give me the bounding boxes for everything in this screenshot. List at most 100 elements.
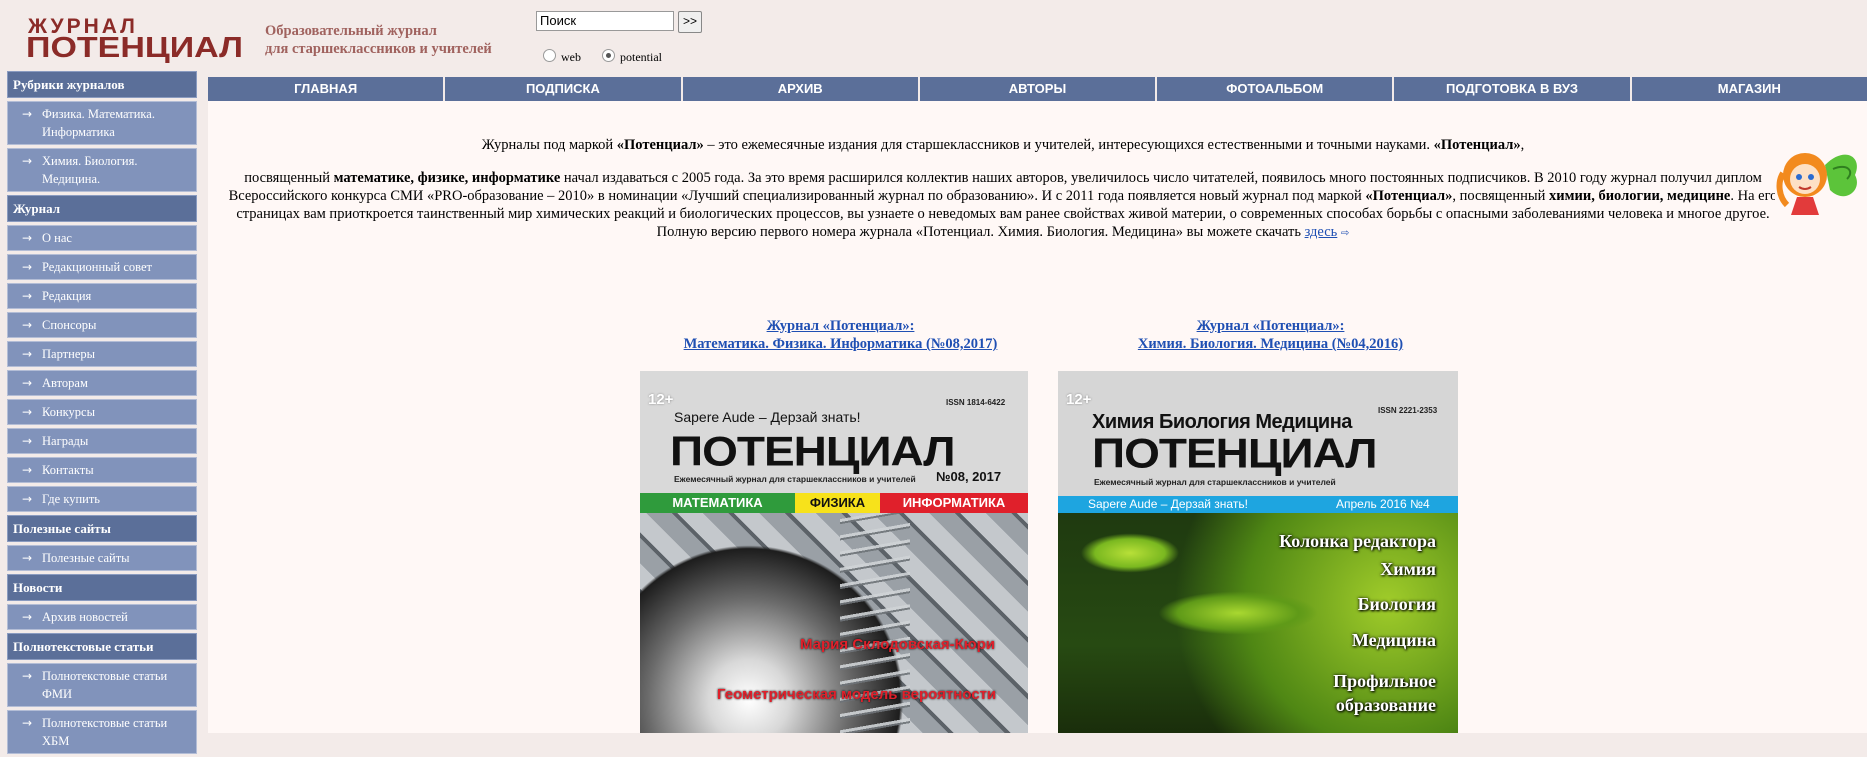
arrow-right-icon: → [22,463,33,477]
intro-text: посвященный [244,170,334,186]
sidebar-item-label: Конкурсы [42,405,95,419]
arrow-right-icon: → [22,716,33,730]
sidebar-item-hbm[interactable]: → Химия. Биология. Медицина. [7,148,197,192]
sidebar-item-contacts[interactable]: → Контакты [7,457,197,483]
arrow-right-icon: → [22,434,33,448]
sidebar-item-fulltext-hbm[interactable]: → Полнотекстовые статьи ХБМ [7,710,197,754]
main-nav: ГЛАВНАЯ ПОДПИСКА АРХИВ АВТОРЫ ФОТОАЛЬБОМ… [208,77,1867,101]
cover-issue: №08, 2017 [936,469,1002,484]
sidebar-item-label: Награды [42,434,89,448]
arrow-right-icon: → [22,154,33,168]
download-link[interactable]: здесь [1305,224,1338,240]
sidebar-item-fulltext-fmi[interactable]: → Полнотекстовые статьи ФМИ [7,663,197,707]
nav-photo-album[interactable]: ФОТОАЛЬБОМ [1157,77,1395,101]
cover-menu-editor: Колонка редактора [1279,531,1436,551]
logo-main-text: ПОТЕНЦИАЛ [26,31,243,64]
arrow-right-icon: → [22,289,33,303]
sidebar-item-useful-sites[interactable]: → Полезные сайты [7,545,197,571]
cover-issue: Апрель 2016 №4 [1336,497,1430,511]
sidebar-item-label: Полнотекстовые статьи ХБМ [42,716,168,748]
nav-subscription[interactable]: ПОДПИСКА [445,77,683,101]
sidebar-section-useful-sites: Полезные сайты [7,515,197,542]
magazine-title-fmi-line2[interactable]: Математика. Физика. Информатика (№08,201… [684,336,998,352]
magazine-cover-fmi[interactable]: 12+ ISSN 1814-6422 Sapere Aude – Дерзай … [640,371,1028,733]
sidebar-item-authors[interactable]: → Авторам [7,370,197,396]
intro-brand: «Потенциал» [1365,188,1453,204]
intro-subjects-hbm: химии, биологии, медицине [1549,188,1731,204]
nav-shop[interactable]: МАГАЗИН [1631,77,1867,101]
magazine-title-fmi-line1[interactable]: Журнал «Потенциал»: [767,318,915,334]
arrow-right-icon: → [22,610,33,624]
sidebar-item-label: Архив новостей [42,610,128,624]
cover-brand: ПОТЕНЦИАЛ [1092,429,1378,477]
search-submit-button[interactable]: >> [678,11,702,33]
sidebar-item-label: Авторам [42,376,88,390]
sidebar-item-about[interactable]: → О нас [7,225,197,251]
sidebar-item-label: Редакция [42,289,92,303]
cover-motto: Sapere Aude – Дерзай знать! [1088,497,1248,511]
cover-subtitle: Ежемесячный журнал для старшеклассников … [1094,477,1336,487]
sidebar-item-partners[interactable]: → Партнеры [7,341,197,367]
external-link-icon: ⇨ [1340,228,1350,239]
magazine-title-fmi[interactable]: Журнал «Потенциал»: Математика. Физика. … [638,317,1043,353]
radio-web[interactable] [543,49,556,62]
site-logo[interactable]: ЖУРНАЛ ПОТЕНЦИАЛ [26,16,248,64]
nav-authors[interactable]: АВТОРЫ [919,77,1158,101]
arrow-right-icon: → [22,376,33,390]
sidebar-item-editorial-board[interactable]: → Редакционный совет [7,254,197,280]
sidebar-item-where-to-buy[interactable]: → Где купить [7,486,197,512]
cover-menu-biology: Биология [1357,594,1436,614]
sidebar-section-journal: Журнал [7,195,197,222]
arrow-right-icon: → [22,347,33,361]
tagline-line-2: для старшеклассников и учителей [265,41,492,57]
sidebar-item-editorial[interactable]: → Редакция [7,283,197,309]
intro-text: , [1520,137,1525,153]
sidebar-item-label: О нас [42,231,72,245]
intro-paragraph-1: Журналы под маркой «Потенциал» – это еже… [228,136,1778,154]
sidebar-section-rubrics: Рубрики журналов [7,71,197,98]
cover-issn: ISSN 1814-6422 [946,398,1006,407]
sidebar-section-news: Новости [7,574,197,601]
sidebar-item-contests[interactable]: → Конкурсы [7,399,197,425]
radio-potential[interactable] [602,49,615,62]
age-rating-badge: 12+ [648,391,674,408]
magazine-title-hbm-line2[interactable]: Химия. Биология. Медицина (№04,2016) [1138,336,1403,352]
subject-informatics: ИНФОРМАТИКА [880,493,1028,513]
intro-text: – это ежемесячные издания для старшеклас… [703,137,1434,153]
sidebar-item-label: Физика. Математика. Информатика [42,107,155,139]
cover-headline-1: Мария Склодовская-Кюри [800,636,995,653]
sidebar-item-label: Спонсоры [42,318,97,332]
main-content: Журналы под маркой «Потенциал» – это еже… [208,101,1867,733]
search-scope-radios: web potential [543,49,680,65]
age-rating-badge: 12+ [1066,391,1092,408]
magazine-title-hbm-line1[interactable]: Журнал «Потенциал»: [1197,318,1345,334]
intro-text: , посвященный [1452,188,1550,204]
arrow-right-icon: → [22,107,33,121]
cover-menu-profile-2: образование [1335,695,1436,715]
sidebar-item-label: Контакты [42,463,94,477]
sidebar-item-awards[interactable]: → Награды [7,428,197,454]
arrow-right-icon: → [22,405,33,419]
sidebar: Рубрики журналов → Физика. Математика. Ин… [7,71,197,757]
sidebar-item-label: Полезные сайты [42,551,130,565]
cover-motto: Sapere Aude – Дерзай знать! [674,409,861,425]
nav-home[interactable]: ГЛАВНАЯ [208,77,446,101]
cover-headline-2: Геометрическая модель вероятности [717,686,997,703]
search-input[interactable]: Поиск [536,11,674,31]
magazine-cover-hbm[interactable]: 12+ ISSN 2221-2353 Химия Биология Медици… [1058,371,1458,733]
arrow-right-icon: → [22,260,33,274]
radio-web-label: web [561,50,581,64]
nav-archive[interactable]: АРХИВ [682,77,920,101]
nav-university-prep[interactable]: ПОДГОТОВКА В ВУЗ [1394,77,1632,101]
magazine-title-hbm[interactable]: Журнал «Потенциал»: Химия. Биология. Мед… [1068,317,1473,353]
cover-brand: ПОТЕНЦИАЛ [670,427,956,475]
sidebar-item-fmi[interactable]: → Физика. Математика. Информатика [7,101,197,145]
cover-blue-strip: Sapere Aude – Дерзай знать! Апрель 2016 … [1058,496,1458,513]
cover-issn: ISSN 2221-2353 [1378,406,1438,415]
sidebar-section-fulltext: Полнотекстовые статьи [7,633,197,660]
arrow-right-icon: → [22,492,33,506]
arrow-right-icon: → [22,318,33,332]
sidebar-item-sponsors[interactable]: → Спонсоры [7,312,197,338]
sidebar-item-label: Химия. Биология. Медицина. [42,154,138,186]
sidebar-item-news-archive[interactable]: → Архив новостей [7,604,197,630]
